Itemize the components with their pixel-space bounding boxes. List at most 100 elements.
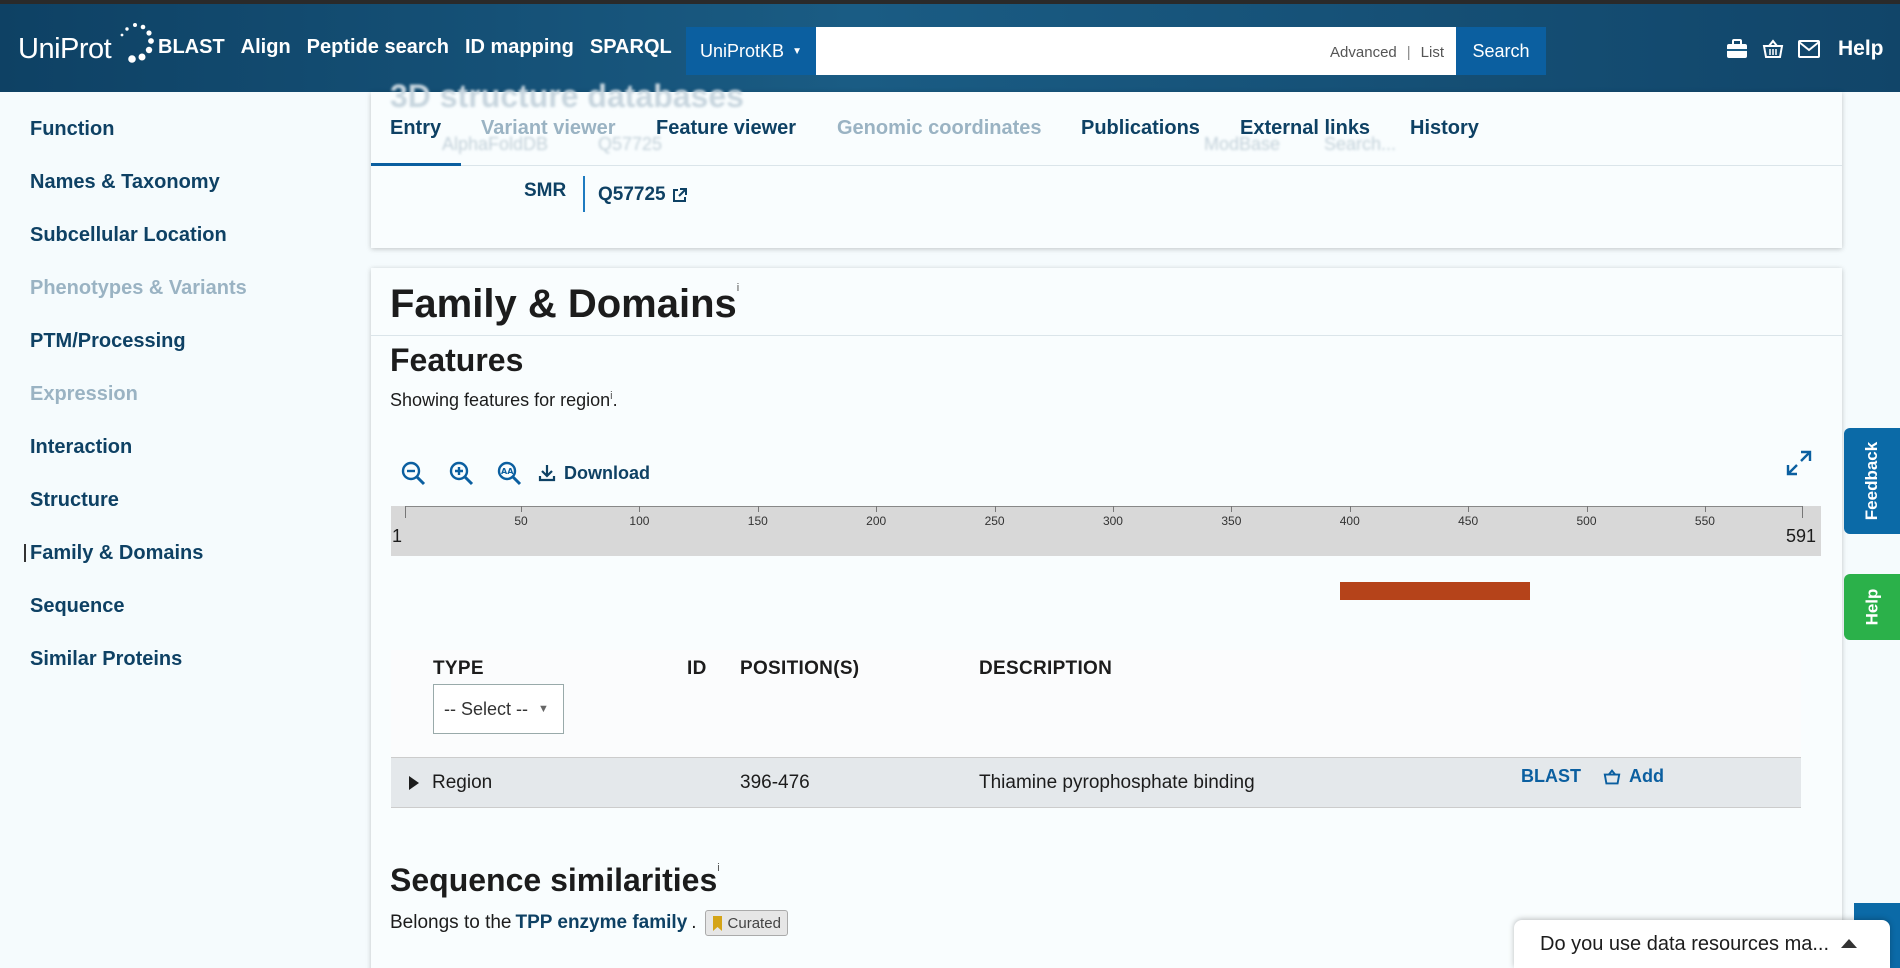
help-link[interactable]: Help — [1838, 37, 1884, 61]
region-feature-bar[interactable] — [1340, 582, 1530, 600]
table-row[interactable]: Region 396-476 Thiamine pyrophosphate bi… — [391, 757, 1801, 808]
main-nav: BLAST Align Peptide search ID mapping SP… — [158, 36, 688, 59]
sidebar-item-function[interactable]: Function — [30, 118, 114, 141]
column-header-id: ID — [687, 658, 707, 679]
survey-banner[interactable]: Do you use data resources ma... — [1514, 920, 1890, 968]
database-select[interactable]: UniProtKB ▼ — [686, 27, 816, 75]
ruler-tick-label: 550 — [1694, 514, 1715, 528]
nav-sparql[interactable]: SPARQL — [590, 36, 672, 59]
row-positions: 396-476 — [740, 772, 810, 793]
download-icon — [538, 465, 556, 482]
search-bar: UniProtKB ▼ Advanced | List Search — [686, 27, 1546, 75]
nav-peptide-search[interactable]: Peptide search — [307, 36, 449, 59]
ruler-tick-label: 100 — [629, 514, 650, 528]
tpp-family-link[interactable]: TPP enzyme family — [515, 912, 687, 934]
tab-external-links[interactable]: External links — [1240, 117, 1370, 140]
basket-icon — [1603, 768, 1621, 784]
top-header: UniProt BLAST Align Peptide search ID ma… — [0, 0, 1900, 92]
sequence-ruler[interactable]: 50 100 150 200 250 300 350 400 450 500 550 — [391, 506, 1821, 556]
ruler-axis — [405, 506, 1802, 507]
logo-dots-icon — [120, 23, 155, 63]
download-button[interactable]: Download — [538, 463, 650, 484]
nav-blast[interactable]: BLAST — [158, 36, 225, 59]
fullscreen-icon[interactable] — [1786, 450, 1812, 481]
tab-publications[interactable]: Publications — [1081, 117, 1200, 140]
tab-feature-viewer[interactable]: Feature viewer — [656, 117, 796, 140]
advanced-search-link[interactable]: Advanced — [1330, 44, 1397, 61]
ruler-tick — [521, 506, 523, 512]
sidebar-item-interaction[interactable]: Interaction — [30, 436, 132, 459]
viewer-toolbar: AA Download — [398, 458, 650, 488]
ruler-end-tick — [1802, 506, 1803, 518]
active-tab-indicator — [371, 163, 461, 166]
caret-down-icon: ▼ — [538, 703, 549, 715]
sidebar-item-subcellular-location[interactable]: Subcellular Location — [30, 224, 227, 247]
uniprot-logo[interactable]: UniProt — [18, 23, 157, 74]
ruler-tick — [1704, 506, 1706, 512]
row-add-button[interactable]: Add — [1603, 766, 1664, 787]
expand-row-icon[interactable] — [408, 775, 420, 791]
family-domains-title: Family & Domainsi — [390, 282, 740, 326]
ruler-tick — [757, 506, 759, 512]
row-type: Region — [432, 772, 493, 793]
sequence-similarities-title: Sequence similaritiesi — [390, 862, 720, 898]
caret-up-icon[interactable] — [1840, 937, 1858, 949]
ruler-tick — [994, 506, 996, 512]
ruler-tick-label: 450 — [1458, 514, 1479, 528]
ruler-tick — [1349, 506, 1351, 512]
toolbox-icon[interactable] — [1726, 39, 1748, 59]
sidebar-item-structure[interactable]: Structure — [30, 489, 119, 512]
sidebar-item-family-domains[interactable]: Family & Domains — [23, 542, 203, 565]
ruler-tick — [639, 506, 641, 512]
zoom-out-icon[interactable] — [398, 458, 428, 488]
ruler-tick-label: 200 — [866, 514, 887, 528]
ruler-tick — [876, 506, 878, 512]
svg-text:AA: AA — [501, 467, 514, 476]
help-tab[interactable]: Help — [1844, 574, 1900, 640]
sidebar-item-phenotypes-variants: Phenotypes & Variants — [30, 277, 247, 299]
column-header-description: DESCRIPTION — [979, 658, 1113, 679]
ruler-tick-label: 400 — [1339, 514, 1360, 528]
sidebar-item-similar-proteins[interactable]: Similar Proteins — [30, 648, 182, 671]
search-button[interactable]: Search — [1456, 27, 1546, 75]
mail-icon[interactable] — [1798, 40, 1820, 58]
tab-entry[interactable]: Entry — [390, 117, 441, 140]
column-header-type: TYPE — [433, 658, 484, 679]
ruler-tick — [1468, 506, 1470, 512]
zoom-to-sequence-icon[interactable]: AA — [494, 458, 524, 488]
curated-badge: Curated — [704, 910, 788, 936]
external-link-icon — [672, 187, 687, 202]
row-blast-button[interactable]: BLAST — [1521, 766, 1581, 787]
ruler-start-tick — [405, 506, 406, 518]
smr-divider — [583, 176, 585, 212]
feedback-tab[interactable]: Feedback — [1844, 428, 1900, 534]
smr-link[interactable]: Q57725 — [598, 184, 687, 206]
family-membership-text: Belongs to the TPP enzyme family . Curat… — [390, 910, 788, 936]
row-description: Thiamine pyrophosphate binding — [979, 772, 1255, 793]
bookmark-icon — [712, 915, 722, 931]
caret-down-icon: ▼ — [792, 45, 802, 57]
tab-genomic-coordinates: Genomic coordinates — [837, 117, 1042, 139]
nav-align[interactable]: Align — [241, 36, 291, 59]
tab-history[interactable]: History — [1410, 117, 1479, 140]
ruler-tick-label: 150 — [747, 514, 768, 528]
zoom-in-icon[interactable] — [446, 458, 476, 488]
ruler-tick-label: 350 — [1221, 514, 1242, 528]
sidebar-item-sequence[interactable]: Sequence — [30, 595, 124, 618]
ruler-end-label: 591 — [1786, 526, 1817, 546]
ruler-tick-label: 50 — [514, 514, 528, 528]
entry-tabs: Entry Variant viewer Feature viewer Geno… — [371, 108, 1842, 166]
type-filter-select[interactable]: -- Select -- ▼ — [433, 684, 564, 734]
basket-icon[interactable] — [1762, 39, 1784, 59]
column-header-positions: POSITION(S) — [740, 658, 860, 679]
sidebar-item-ptm-processing[interactable]: PTM/Processing — [30, 330, 186, 353]
ruler-start-label: 1 — [392, 526, 403, 546]
info-icon[interactable]: i — [737, 282, 739, 294]
sidebar-item-names-taxonomy[interactable]: Names & Taxonomy — [30, 171, 220, 194]
info-icon[interactable]: i — [717, 862, 719, 874]
features-title: Features — [390, 342, 524, 378]
list-search-link[interactable]: List — [1421, 44, 1444, 61]
ruler-tick — [1231, 506, 1233, 512]
ruler-tick-label: 250 — [984, 514, 1005, 528]
nav-id-mapping[interactable]: ID mapping — [465, 36, 574, 59]
